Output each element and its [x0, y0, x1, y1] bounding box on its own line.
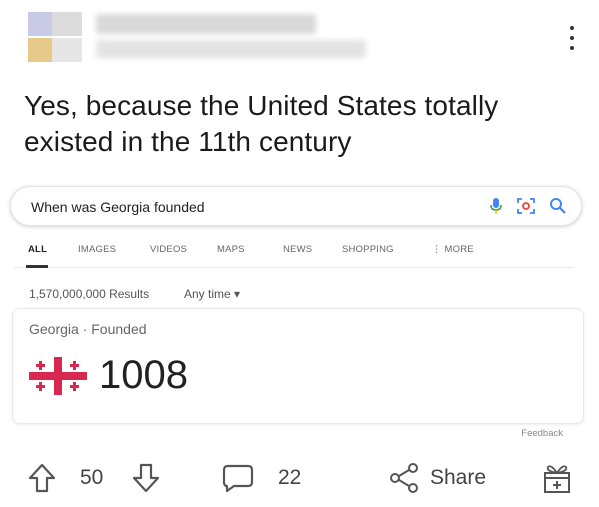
camera-scan-icon[interactable]	[517, 197, 535, 215]
upvote-button[interactable]	[28, 456, 56, 500]
feedback-link[interactable]: Feedback	[521, 428, 563, 439]
action-bar: 50 22 Share	[0, 456, 599, 500]
gift-icon	[542, 462, 572, 494]
downvote-button[interactable]	[132, 456, 160, 500]
upvote-icon	[28, 463, 56, 493]
search-bar[interactable]: When was Georgia founded	[10, 186, 582, 226]
tab-news[interactable]: NEWS	[283, 244, 312, 255]
tab-maps[interactable]: MAPS	[217, 244, 245, 255]
active-tab-indicator	[26, 265, 48, 268]
answer-card: Georgia · Founded 1008	[12, 308, 584, 424]
microphone-icon[interactable]	[489, 197, 503, 215]
comment-icon	[222, 463, 254, 493]
share-button[interactable]: Share	[388, 456, 486, 500]
comment-count: 22	[278, 466, 302, 489]
search-icon[interactable]	[549, 197, 567, 215]
answer-label: Georgia · Founded	[29, 321, 147, 337]
blurred-author-meta	[96, 40, 366, 58]
results-count: 1,570,000,000 Results	[29, 287, 150, 301]
award-button[interactable]	[542, 456, 572, 500]
tab-images[interactable]: IMAGES	[78, 244, 116, 255]
search-query: When was Georgia founded	[31, 199, 205, 215]
answer-value: 1008	[99, 353, 188, 397]
georgia-flag-icon	[29, 357, 87, 395]
downvote-icon	[132, 463, 160, 493]
tab-videos[interactable]: VIDEOS	[150, 244, 187, 255]
comments-button[interactable]: 22	[222, 456, 301, 500]
any-time-filter[interactable]: Any time ▾	[184, 287, 240, 301]
blurred-author-name	[96, 14, 316, 34]
tab-more[interactable]: ⋮ MORE	[432, 244, 474, 255]
vote-count: 50	[80, 466, 104, 489]
tab-shopping[interactable]: SHOPPING	[342, 244, 394, 255]
share-icon	[388, 462, 420, 494]
kebab-menu-icon[interactable]	[568, 26, 576, 50]
tab-all[interactable]: ALL	[28, 244, 47, 255]
post-title: Yes, because the United States totally e…	[24, 90, 499, 157]
share-label: Share	[430, 466, 487, 489]
search-tabs: ALL IMAGES VIDEOS MAPS NEWS SHOPPING ⋮ M…	[14, 240, 574, 268]
author-avatar[interactable]	[28, 12, 84, 64]
